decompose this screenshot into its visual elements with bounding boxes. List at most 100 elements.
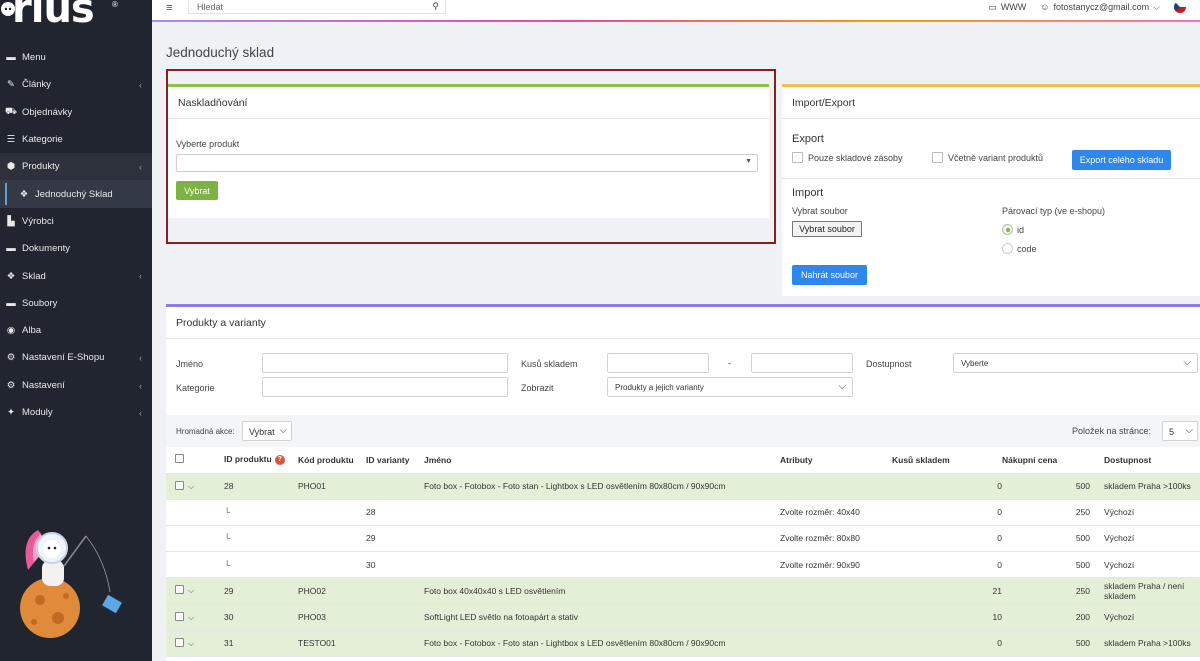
export-stock-button[interactable]: Export celého skladu bbox=[1072, 150, 1171, 170]
variant-row[interactable]: └ 28 Zvolte rozměr: 40x40 0 250 Výchozí bbox=[166, 499, 1200, 526]
filter-stock-from-input[interactable] bbox=[607, 353, 709, 373]
cell-attributes bbox=[780, 630, 892, 657]
col-product-code[interactable]: Kód produktu bbox=[298, 447, 366, 474]
sidebar-item-label: Dokumenty bbox=[22, 243, 71, 255]
chevron-left-icon: ‹ bbox=[139, 407, 142, 418]
sidebar-item-11[interactable]: ⚙ Nastavení E-Shopu ‹ bbox=[0, 344, 152, 371]
cell-stock: 0 bbox=[892, 473, 1002, 500]
help-icon[interactable]: ? bbox=[274, 455, 285, 466]
pairing-code-radio[interactable] bbox=[1002, 243, 1013, 254]
cell-availability: Výchozí bbox=[1090, 603, 1200, 631]
select-product-dropdown[interactable]: ▼ bbox=[176, 154, 758, 172]
upload-file-button[interactable]: Nahrát soubor bbox=[792, 265, 867, 285]
stocking-card: Naskladňování Vyberte produkt ▼ Vybrat bbox=[168, 84, 769, 218]
product-row[interactable]: ⌵ 30 PHO03 SoftLight LED světlo na fotoapár… bbox=[166, 603, 1200, 631]
logo-cat-icon bbox=[1, 2, 15, 16]
chevron-down-icon: ⌵ bbox=[1183, 357, 1191, 368]
col-product-id[interactable]: ID produktu? bbox=[224, 447, 298, 474]
filter-category-input[interactable] bbox=[262, 377, 508, 397]
select-all-checkbox[interactable] bbox=[175, 454, 184, 464]
cell-variant-id bbox=[366, 577, 424, 605]
variant-row[interactable]: └ 30 Zvolte rozměr: 90x90 0 500 Výchozí bbox=[166, 551, 1200, 579]
chevron-left-icon: ‹ bbox=[139, 80, 142, 91]
sidebar-item-0[interactable]: ▬ Menu bbox=[0, 44, 152, 71]
variant-row[interactable]: └ 29 Zvolte rozměr: 80x80 0 500 Výchozí bbox=[166, 525, 1200, 553]
sidebar-item-3[interactable]: ☰ Kategorie bbox=[0, 126, 152, 153]
expand-cell: ⌵ bbox=[188, 630, 224, 657]
search-input[interactable]: Hledat ⚲ bbox=[188, 0, 446, 14]
sidebar-item-9[interactable]: ▬ Soubory bbox=[0, 290, 152, 317]
cell-price: 500 bbox=[1002, 551, 1090, 579]
chevron-left-icon: ‹ bbox=[139, 271, 142, 282]
gear-icon: ⚙ bbox=[6, 352, 16, 364]
chevron-down-icon[interactable]: ⌵ bbox=[188, 613, 194, 622]
cell-product-id: └ bbox=[224, 499, 298, 526]
filter-show-select[interactable]: Produkty a jejich varianty ⌵ bbox=[607, 377, 853, 397]
sidebar-item-2[interactable]: ⛟ Objednávky bbox=[0, 99, 152, 126]
cell-product-id: 29 bbox=[224, 577, 298, 605]
row-checkbox[interactable] bbox=[175, 637, 184, 647]
per-page-select[interactable]: 5 ⌵ bbox=[1162, 421, 1198, 441]
col-purchase-price[interactable]: Nákupní cena bbox=[1002, 447, 1090, 474]
choose-file-button[interactable]: Vybrat soubor bbox=[792, 221, 862, 237]
sidebar-item-label: Nastavení bbox=[22, 379, 65, 391]
chevron-down-icon[interactable]: ⌵ bbox=[188, 639, 194, 648]
sidebar-item-6[interactable]: ▙ Výrobci bbox=[0, 208, 152, 235]
sidebar-item-label: Sklad bbox=[22, 270, 46, 282]
chevron-down-icon[interactable]: ⌵ bbox=[188, 586, 194, 595]
bulk-action-select[interactable]: Vybrat ⌵ bbox=[242, 421, 292, 441]
filter-name-label: Jméno bbox=[176, 359, 204, 369]
sidebar-item-12[interactable]: ⚙ Nastavení ‹ bbox=[0, 372, 152, 399]
search-icon[interactable]: ⚲ bbox=[432, 1, 439, 12]
row-checkbox-cell bbox=[166, 577, 188, 605]
sidebar-item-5[interactable]: ❖ Jednoduchý Sklad bbox=[0, 180, 152, 208]
col-availability[interactable]: Dostupnost bbox=[1090, 447, 1200, 474]
cell-price: 500 bbox=[1002, 473, 1090, 500]
chevron-down-icon: ⌵ bbox=[838, 381, 846, 392]
col-attributes[interactable]: Atributy bbox=[780, 447, 892, 474]
pairing-id-radio[interactable] bbox=[1002, 224, 1013, 235]
row-checkbox[interactable] bbox=[175, 611, 184, 621]
chevron-down-icon: ⌵ bbox=[279, 425, 287, 436]
folder-icon: ▬ bbox=[6, 52, 16, 64]
row-checkbox[interactable] bbox=[175, 480, 184, 490]
cell-product-code bbox=[298, 499, 366, 526]
user-menu[interactable]: ☺ fotostanycz@gmail.com ⌵ bbox=[1040, 2, 1160, 13]
table-toolbar: Hromadná akce: Vybrat ⌵ Položek na strán… bbox=[166, 415, 1200, 447]
czech-flag-icon bbox=[1174, 1, 1186, 13]
cell-variant-id: 30 bbox=[366, 551, 424, 579]
logo[interactable]: rius ® bbox=[0, 0, 152, 38]
www-link[interactable]: ▭ WWW bbox=[988, 2, 1026, 13]
sidebar-item-label: Menu bbox=[22, 52, 46, 64]
language-flag[interactable] bbox=[1174, 1, 1186, 13]
row-checkbox[interactable] bbox=[175, 585, 184, 595]
product-row[interactable]: ⌵ 29 PHO02 Foto box 40x40x40 s LED osvětlen… bbox=[166, 577, 1200, 605]
col-name[interactable]: Jméno bbox=[424, 447, 780, 474]
filter-stock-range-dash: - bbox=[728, 358, 731, 368]
sidebar-item-4[interactable]: ⬢ Produkty ‹ bbox=[0, 153, 152, 181]
hamburger-menu-icon[interactable]: ≡ bbox=[166, 2, 172, 14]
sidebar-item-label: Jednoduchý Sklad bbox=[35, 188, 113, 200]
sidebar-item-8[interactable]: ❖ Sklad ‹ bbox=[0, 262, 152, 289]
sidebar-item-10[interactable]: ◉ Alba bbox=[0, 317, 152, 344]
sidebar-item-7[interactable]: ▬ Dokumenty bbox=[0, 235, 152, 262]
sidebar-item-1[interactable]: ✎ Články ‹ bbox=[0, 71, 152, 98]
chevron-down-icon[interactable]: ⌵ bbox=[188, 482, 194, 491]
with-variants-checkbox[interactable] bbox=[932, 152, 943, 163]
sidebar-item-13[interactable]: ✦ Moduly ‹ bbox=[0, 399, 152, 426]
row-checkbox-cell bbox=[166, 473, 188, 500]
filter-stock-to-input[interactable] bbox=[751, 353, 853, 373]
select-button[interactable]: Vybrat bbox=[176, 181, 218, 200]
filter-availability-select[interactable]: Vyberte ⌵ bbox=[953, 353, 1198, 373]
cell-name bbox=[424, 525, 780, 553]
col-variant-id[interactable]: ID varianty bbox=[366, 447, 424, 474]
import-export-card: Import/Export Export Pouze skladové záso… bbox=[782, 84, 1200, 296]
filter-name-input[interactable] bbox=[262, 353, 508, 373]
col-stock[interactable]: Kusů skladem bbox=[892, 447, 1002, 474]
cell-stock: 0 bbox=[892, 551, 1002, 579]
product-row[interactable]: ⌵ 28 PHO01 Foto box - Fotobox - Foto stan -… bbox=[166, 473, 1200, 500]
only-stock-checkbox[interactable] bbox=[792, 152, 803, 163]
table-header-row: ID produktu? Kód produktu ID varianty Jm… bbox=[166, 447, 1200, 474]
filter-stock-label: Kusů skladem bbox=[521, 359, 578, 369]
product-row[interactable]: ⌵ 31 TESTO01 Foto box - Fotobox - Foto stan… bbox=[166, 630, 1200, 657]
